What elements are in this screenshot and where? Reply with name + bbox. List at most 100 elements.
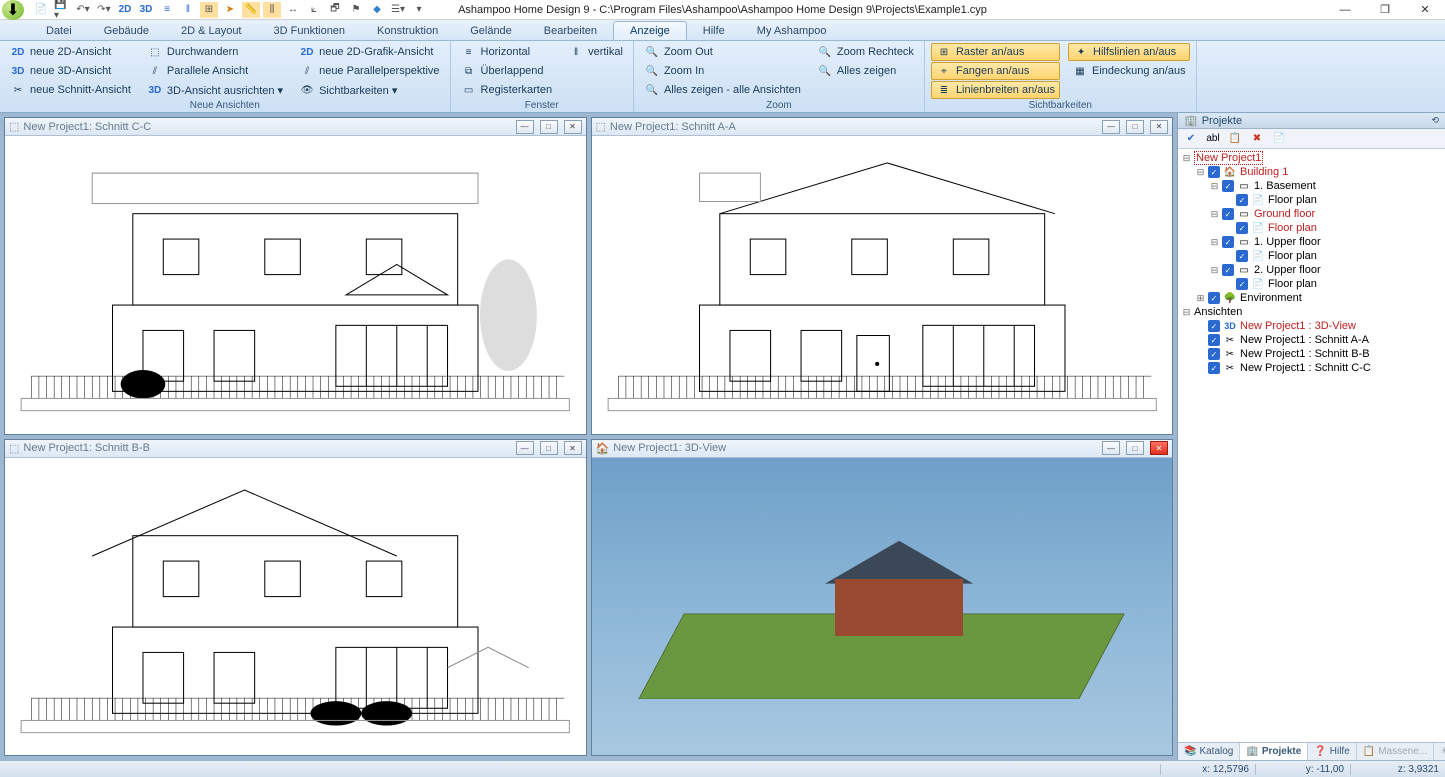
pane-maximize-button[interactable]: □ <box>1126 120 1144 134</box>
qat-save-icon[interactable]: 💾▾ <box>53 2 71 18</box>
view-3d-scene[interactable] <box>592 458 1173 756</box>
menu-tab-geb-ude[interactable]: Gebäude <box>88 22 165 40</box>
pane-header[interactable]: ⬚ New Project1: Schnitt B-B — □ ✕ <box>5 440 586 458</box>
tree-expander-icon[interactable]: ⊟ <box>1196 167 1205 178</box>
ribbon-btn-hilfslinien-an-aus[interactable]: ✦Hilfslinien an/aus <box>1068 43 1190 61</box>
pane-body[interactable] <box>5 458 586 756</box>
qat-grid-icon[interactable]: ⊞ <box>200 2 218 18</box>
tree-checkbox[interactable]: ✓ <box>1222 236 1234 248</box>
menu-tab-bearbeiten[interactable]: Bearbeiten <box>528 22 613 40</box>
tree-expander-icon[interactable]: ⊟ <box>1182 307 1191 318</box>
ribbon-btn-parallele-ansicht[interactable]: ⫽Parallele Ansicht <box>143 62 287 80</box>
menu-tab-2d-layout[interactable]: 2D & Layout <box>165 22 258 40</box>
view-pane[interactable]: ⬚ New Project1: Schnitt B-B — □ ✕ <box>4 439 587 757</box>
tree-checkbox[interactable]: ✓ <box>1236 194 1248 206</box>
qat-eraser-icon[interactable]: ◆ <box>368 2 386 18</box>
tree-checkbox[interactable]: ✓ <box>1208 292 1220 304</box>
pane-maximize-button[interactable]: □ <box>1126 441 1144 455</box>
qat-more-icon[interactable]: ▾ <box>410 2 428 18</box>
qat-list-icon[interactable]: ≡ <box>158 2 176 18</box>
qat-vsplit-icon[interactable]: ‖ <box>179 2 197 18</box>
tree-expander-icon[interactable]: ⊟ <box>1182 153 1191 164</box>
menu-tab-konstruktion[interactable]: Konstruktion <box>361 22 454 40</box>
pane-close-button[interactable]: ✕ <box>1150 120 1168 134</box>
qat-arrow-icon[interactable]: ➤ <box>221 2 239 18</box>
properties-icon[interactable]: 📄 <box>1270 131 1288 147</box>
qat-dim-icon[interactable]: ↔ <box>284 2 302 18</box>
ribbon-btn-neue-2d-grafik-ansicht[interactable]: 2Dneue 2D-Grafik-Ansicht <box>295 43 443 61</box>
tree-expander-icon[interactable]: ⊞ <box>1196 293 1205 304</box>
pane-minimize-button[interactable]: — <box>1102 441 1120 455</box>
tree-row[interactable]: ✓3DNew Project1 : 3D-View <box>1182 319 1441 333</box>
ribbon-btn-neue-3d-ansicht[interactable]: 3Dneue 3D-Ansicht <box>6 62 135 80</box>
menu-tab-datei[interactable]: Datei <box>30 22 88 40</box>
menu-tab-hilfe[interactable]: Hilfe <box>687 22 741 40</box>
maximize-button[interactable]: ❐ <box>1365 0 1405 20</box>
ribbon-btn-zoom-out[interactable]: 🔍Zoom Out <box>640 43 805 61</box>
qat-3d-icon[interactable]: 3D <box>137 2 155 18</box>
ribbon-btn-registerkarten[interactable]: ▭Registerkarten <box>457 81 557 99</box>
tree-checkbox[interactable]: ✓ <box>1208 348 1220 360</box>
pane-header[interactable]: 🏠 New Project1: 3D-View — □ ✕ <box>592 440 1173 458</box>
tree-row[interactable]: ✓📄Floor plan <box>1182 249 1441 263</box>
tree-row[interactable]: ⊟New Project1 <box>1182 151 1441 165</box>
tree-checkbox[interactable]: ✓ <box>1222 264 1234 276</box>
tree-checkbox[interactable]: ✓ <box>1222 208 1234 220</box>
pane-minimize-button[interactable]: — <box>516 120 534 134</box>
tree-row[interactable]: ✓📄Floor plan <box>1182 193 1441 207</box>
tree-row[interactable]: ⊟✓🏠Building 1 <box>1182 165 1441 179</box>
tree-row[interactable]: ✓✂New Project1 : Schnitt A-A <box>1182 333 1441 347</box>
minimize-button[interactable]: — <box>1325 0 1365 20</box>
qat-bars-icon[interactable]: ⫼ <box>263 2 281 18</box>
panel-restore-icon[interactable]: ⟲ <box>1431 115 1439 126</box>
side-tab-hilfe[interactable]: ❓Hilfe <box>1308 743 1356 760</box>
qat-2d-icon[interactable]: 2D <box>116 2 134 18</box>
qat-angle-icon[interactable]: ⟀ <box>305 2 323 18</box>
tree-checkbox[interactable]: ✓ <box>1236 278 1248 290</box>
ribbon-btn-sichtbarkeiten-[interactable]: 👁Sichtbarkeiten ▾ <box>295 81 443 99</box>
tree-expander-icon[interactable]: ⊟ <box>1210 209 1219 220</box>
project-tree[interactable]: ⊟New Project1⊟✓🏠Building 1⊟✓▭1. Basement… <box>1178 149 1445 742</box>
ribbon-btn-horizontal[interactable]: ≡Horizontal <box>457 43 557 61</box>
tree-checkbox[interactable]: ✓ <box>1208 362 1220 374</box>
ribbon-btn-fangen-an-aus[interactable]: ⌖Fangen an/aus <box>931 62 1060 80</box>
qat-undo-icon[interactable]: ↶▾ <box>74 2 92 18</box>
ribbon-btn-vertikal[interactable]: ‖vertikal <box>564 43 627 61</box>
qat-new-icon[interactable]: 📄 <box>32 2 50 18</box>
qat-layer-icon[interactable]: ☰▾ <box>389 2 407 18</box>
pane-header[interactable]: ⬚ New Project1: Schnitt C-C — □ ✕ <box>5 118 586 136</box>
ribbon-btn-linienbreiten-an-aus[interactable]: ≣Linienbreiten an/aus <box>931 81 1060 99</box>
copy-icon[interactable]: 📋 <box>1226 131 1244 147</box>
qat-redo-icon[interactable]: ↷▾ <box>95 2 113 18</box>
view-pane[interactable]: ⬚ New Project1: Schnitt A-A — □ ✕ <box>591 117 1174 435</box>
pane-body[interactable] <box>5 136 586 434</box>
tree-row[interactable]: ⊞✓🌳Environment <box>1182 291 1441 305</box>
menu-tab-my-ashampoo[interactable]: My Ashampoo <box>741 22 843 40</box>
ribbon-btn-alles-zeigen[interactable]: 🔍Alles zeigen <box>813 62 918 80</box>
ribbon-btn-neue-schnitt-ansicht[interactable]: ✂neue Schnitt-Ansicht <box>6 81 135 99</box>
ribbon-btn-3d-ansicht-ausrichten-[interactable]: 3D3D-Ansicht ausrichten ▾ <box>143 81 287 99</box>
ribbon-btn-durchwandern[interactable]: ⬚Durchwandern <box>143 43 287 61</box>
tree-expander-icon[interactable]: ⊟ <box>1210 237 1219 248</box>
pane-body[interactable] <box>592 458 1173 756</box>
ribbon-btn-zoom-in[interactable]: 🔍Zoom In <box>640 62 805 80</box>
tree-row[interactable]: ⊟✓▭1. Basement <box>1182 179 1441 193</box>
tree-row[interactable]: ✓📄Floor plan <box>1182 277 1441 291</box>
tree-row[interactable]: ⊟✓▭2. Upper floor <box>1182 263 1441 277</box>
ribbon-btn-alles-zeigen-alle-ansichten[interactable]: 🔍Alles zeigen - alle Ansichten <box>640 81 805 99</box>
tree-row[interactable]: ⊟Ansichten <box>1182 305 1441 319</box>
ribbon-btn-neue-2d-ansicht[interactable]: 2Dneue 2D-Ansicht <box>6 43 135 61</box>
side-tab-katalog[interactable]: 📚Katalog <box>1178 743 1240 760</box>
ribbon-btn--berlappend[interactable]: ⧉Überlappend <box>457 62 557 80</box>
close-button[interactable]: ✕ <box>1405 0 1445 20</box>
side-tab-projekte[interactable]: 🏢Projekte <box>1240 743 1308 760</box>
pane-close-button[interactable]: ✕ <box>564 120 582 134</box>
pane-minimize-button[interactable]: — <box>1102 120 1120 134</box>
qat-window-icon[interactable]: 🗗 <box>326 2 344 18</box>
tree-row[interactable]: ✓✂New Project1 : Schnitt C-C <box>1182 361 1441 375</box>
qat-flag-icon[interactable]: ⚑ <box>347 2 365 18</box>
tree-row[interactable]: ✓📄Floor plan <box>1182 221 1441 235</box>
tree-checkbox[interactable]: ✓ <box>1236 222 1248 234</box>
menu-tab-anzeige[interactable]: Anzeige <box>613 21 687 40</box>
view-pane[interactable]: 🏠 New Project1: 3D-View — □ ✕ <box>591 439 1174 757</box>
